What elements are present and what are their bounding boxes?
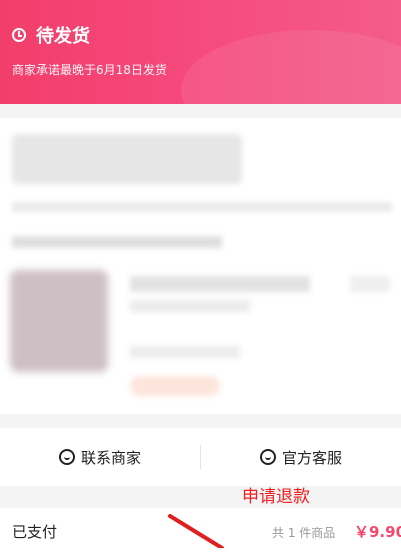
- annotation-arrow-icon: [168, 514, 224, 548]
- refund-annotation-text: 申请退款: [242, 487, 310, 507]
- blurred-product-tag: [130, 376, 220, 396]
- blurred-product-title: [130, 276, 310, 292]
- blurred-product-spec: [130, 300, 250, 312]
- header-decoration: [181, 30, 401, 104]
- blurred-divider: [12, 202, 392, 212]
- contact-merchant-button[interactable]: 联系商家: [0, 447, 200, 468]
- clock-icon: [12, 28, 26, 42]
- status-row: 待发货: [12, 22, 90, 48]
- official-service-button[interactable]: 官方客服: [201, 447, 401, 468]
- order-status-title: 待发货: [36, 26, 90, 47]
- official-service-label: 官方客服: [281, 448, 342, 467]
- order-status-header: 待发货 商家承诺最晚于6月18日发货: [0, 0, 401, 104]
- item-count: 共 1 件商品: [272, 526, 336, 540]
- product-thumbnail[interactable]: [10, 270, 108, 372]
- blurred-product-price: [350, 276, 390, 292]
- shipping-promise-text: 商家承诺最晚于6月18日发货: [12, 63, 167, 77]
- payment-status-label: 已支付: [12, 523, 58, 541]
- contact-merchant-label: 联系商家: [80, 448, 141, 467]
- total-price: ￥9.90: [354, 523, 401, 541]
- blurred-shop-name: [12, 236, 222, 248]
- chat-icon: [58, 449, 75, 465]
- contact-bar: 联系商家 官方客服: [0, 428, 401, 486]
- order-details-card: [0, 118, 401, 414]
- chat-icon: [259, 449, 276, 465]
- blurred-product-note: [130, 346, 240, 358]
- blurred-address-block: [12, 134, 242, 184]
